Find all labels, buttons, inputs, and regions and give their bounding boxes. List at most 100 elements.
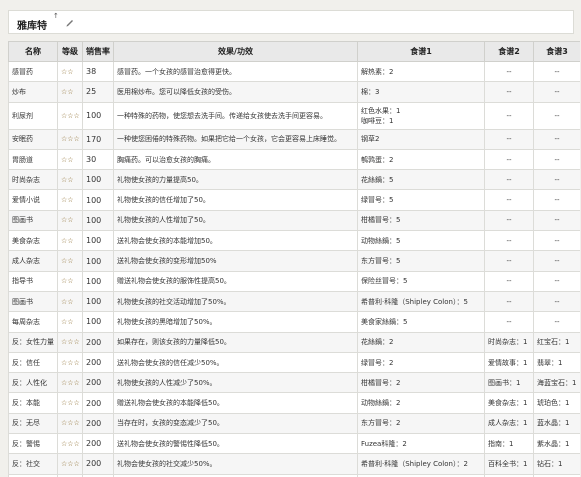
effect-cell: 感冒药。一个女孩的感冒治愈得更快。 bbox=[113, 60, 358, 83]
recipe-2-cell: -- bbox=[484, 209, 534, 232]
column-header-effect[interactable]: 效果/功效 bbox=[113, 41, 358, 62]
sale-rate-cell: 100 bbox=[82, 270, 114, 292]
table-row: 反：社交 ☆☆☆ 200 礼物会使女孩的社交减少50%。 希普利·科隆（Shipley … bbox=[8, 453, 580, 475]
recipe-1-cell: 希普利·科隆（Shipley Colon）：5 bbox=[357, 290, 485, 313]
recipe-3-cell: -- bbox=[533, 148, 580, 171]
sale-rate-cell: 100 bbox=[82, 230, 114, 252]
column-header-grade[interactable]: 等级 bbox=[57, 41, 83, 62]
recipe-2-cell: -- bbox=[484, 311, 534, 333]
title-box: 雅库特 ↑ bbox=[8, 10, 574, 34]
recipe-2-cell: -- bbox=[484, 101, 534, 130]
grade-cell: ☆☆ bbox=[57, 148, 83, 171]
table-row: 感冒药 ☆☆ 38 感冒药。一个女孩的感冒治愈得更快。 解热素：2 -- -- bbox=[8, 60, 580, 83]
recipe-3-cell: 海蓝宝石：1 bbox=[533, 372, 580, 394]
item-name-cell: 图画书 bbox=[8, 209, 58, 232]
recipe-1-cell: 东方冒号：2 bbox=[357, 412, 485, 435]
effect-cell: 礼物使女孩的人性减少了50%。 bbox=[113, 372, 358, 394]
sale-rate-cell: 100 bbox=[82, 250, 114, 272]
item-table: 名称 等级 销售率 效果/功效 食谱1 食谱2 食谱3 感冒药 ☆☆ 38 感冒药。一… bbox=[8, 41, 580, 477]
effect-cell: 礼物使女孩的信任增加了50。 bbox=[113, 189, 358, 211]
recipe-1-cell: 鹌鹑蛋：2 bbox=[357, 148, 485, 171]
recipe-2-cell: -- bbox=[484, 250, 534, 272]
item-name-cell: 图画书 bbox=[8, 290, 58, 313]
recipe-1-cell: 绿冒号：5 bbox=[357, 189, 485, 211]
recipe-3-cell: -- bbox=[533, 81, 580, 103]
recipe-3-cell: 红宝石：1 bbox=[533, 331, 580, 353]
recipe-2-cell: 美食杂志：1 bbox=[484, 392, 534, 414]
recipe-2-cell: -- bbox=[484, 60, 534, 83]
recipe-3-cell: 紫水晶：1 bbox=[533, 433, 580, 455]
grade-cell: ☆☆ bbox=[57, 169, 83, 191]
recipe-1-cell: 钢草2 bbox=[357, 128, 485, 150]
table-header-row: 名称 等级 销售率 效果/功效 食谱1 食谱2 食谱3 bbox=[8, 41, 580, 62]
sale-rate-cell: 200 bbox=[82, 372, 114, 394]
grade-cell: ☆☆ bbox=[57, 209, 83, 232]
grade-cell: ☆☆☆ bbox=[57, 433, 83, 455]
recipe-3-cell: -- bbox=[533, 230, 580, 252]
sale-rate-cell: 200 bbox=[82, 453, 114, 475]
recipe-1-cell: 东方冒号：5 bbox=[357, 250, 485, 272]
column-header-recipe-3[interactable]: 食谱3 bbox=[533, 41, 580, 62]
item-name-cell: 反：社交 bbox=[8, 453, 58, 475]
effect-cell: 送礼物会使女孩的警惕性降低50。 bbox=[113, 433, 358, 455]
effect-cell: 一种使您困倦的特殊药物。如果把它给一个女孩，它会更容易上床睡觉。 bbox=[113, 128, 358, 150]
item-name-cell: 反：信任 bbox=[8, 351, 58, 374]
recipe-1-cell: 红色水果：1 咖啡豆：1 bbox=[357, 101, 485, 130]
grade-cell: ☆☆☆ bbox=[57, 372, 83, 394]
grade-cell: ☆☆ bbox=[57, 270, 83, 292]
item-name-cell: 反：人性化 bbox=[8, 372, 58, 394]
effect-cell: 送礼物会使女孩的变形增加50% bbox=[113, 250, 358, 272]
grade-cell: ☆☆ bbox=[57, 60, 83, 83]
effect-cell: 赠送礼物会使女孩的本能降低50。 bbox=[113, 392, 358, 414]
table-row: 反：信任 ☆☆☆ 200 送礼物会使女孩的信任减少50%。 绿冒号：2 爱情故事：1 翡翠：… bbox=[8, 351, 580, 374]
grade-cell: ☆☆ bbox=[57, 290, 83, 313]
effect-cell: 礼物使女孩的人性增加了50。 bbox=[113, 209, 358, 232]
grade-cell: ☆☆ bbox=[57, 311, 83, 333]
sale-rate-cell: 200 bbox=[82, 351, 114, 374]
item-name-cell: 成人杂志 bbox=[8, 250, 58, 272]
sale-rate-cell: 200 bbox=[82, 331, 114, 353]
recipe-1-cell: 美食家絲鍋：5 bbox=[357, 311, 485, 333]
column-header-name[interactable]: 名称 bbox=[8, 41, 58, 62]
effect-cell: 医用棉炒布。您可以降低女孩的受伤。 bbox=[113, 81, 358, 103]
recipe-3-cell: -- bbox=[533, 101, 580, 130]
table-row: 胃肠道 ☆☆ 30 胸痛药。可以治愈女孩的胸痛。 鹌鹑蛋：2 -- -- bbox=[8, 148, 580, 171]
recipe-2-cell: -- bbox=[484, 81, 534, 103]
item-name-cell: 指导书 bbox=[8, 270, 58, 292]
column-header-recipe-2[interactable]: 食谱2 bbox=[484, 41, 534, 62]
table-row: 成人杂志 ☆☆ 100 送礼物会使女孩的变形增加50% 东方冒号：5 -- -- bbox=[8, 250, 580, 272]
table-row: 反：本能 ☆☆☆ 200 赠送礼物会使女孩的本能降低50。 动物絲鍋：2 美食杂志：1 琥珀… bbox=[8, 392, 580, 414]
grade-cell: ☆☆ bbox=[57, 81, 83, 103]
effect-cell: 如果存在，则该女孩的力量降低50。 bbox=[113, 331, 358, 353]
effect-cell: 礼物使女孩的黑暗增加了50%。 bbox=[113, 311, 358, 333]
effect-cell: 礼物使女孩的力量提高50。 bbox=[113, 169, 358, 191]
item-name-cell: 利尿剂 bbox=[8, 101, 58, 130]
table-row: 反：警惕 ☆☆☆ 200 送礼物会使女孩的警惕性降低50。 Fuzea科隆：2 指南：1 紫… bbox=[8, 433, 580, 455]
recipe-1-cell: 动物絲鍋：5 bbox=[357, 230, 485, 252]
sale-rate-cell: 200 bbox=[82, 412, 114, 435]
sale-rate-cell: 38 bbox=[82, 60, 114, 83]
column-header-sale-rate[interactable]: 销售率 bbox=[82, 41, 114, 62]
effect-cell: 送礼物会使女孩的本能增加50。 bbox=[113, 230, 358, 252]
table-row: 炒布 ☆☆ 25 医用棉炒布。您可以降低女孩的受伤。 棉：3 -- -- bbox=[8, 81, 580, 103]
table-row: 每周杂志 ☆☆ 100 礼物使女孩的黑暗增加了50%。 美食家絲鍋：5 -- -- bbox=[8, 311, 580, 333]
recipe-2-cell: -- bbox=[484, 148, 534, 171]
recipe-3-cell: -- bbox=[533, 189, 580, 211]
arrow-up-icon: ↑ bbox=[53, 12, 59, 20]
recipe-1-cell: 棉：3 bbox=[357, 81, 485, 103]
table-row: 反：女性力量 ☆☆☆ 200 如果存在，则该女孩的力量降低50。 花絲鍋：2 时尚杂志：1… bbox=[8, 331, 580, 353]
recipe-1-cell: 保险丝冒号：5 bbox=[357, 270, 485, 292]
grade-cell: ☆☆☆ bbox=[57, 453, 83, 475]
grade-cell: ☆☆☆ bbox=[57, 331, 83, 353]
item-name-cell: 反：无尽 bbox=[8, 412, 58, 435]
column-header-recipe-1[interactable]: 食谱1 bbox=[357, 41, 485, 62]
recipe-1-cell: 动物絲鍋：2 bbox=[357, 392, 485, 414]
effect-cell: 当存在时，女孩的变态减少了50。 bbox=[113, 412, 358, 435]
grade-cell: ☆☆☆ bbox=[57, 101, 83, 130]
recipe-2-cell: -- bbox=[484, 230, 534, 252]
sale-rate-cell: 200 bbox=[82, 392, 114, 414]
edit-pencil-icon[interactable] bbox=[65, 17, 75, 27]
recipe-3-cell: -- bbox=[533, 128, 580, 150]
grade-cell: ☆☆☆ bbox=[57, 128, 83, 150]
item-name-cell: 感冒药 bbox=[8, 60, 58, 83]
